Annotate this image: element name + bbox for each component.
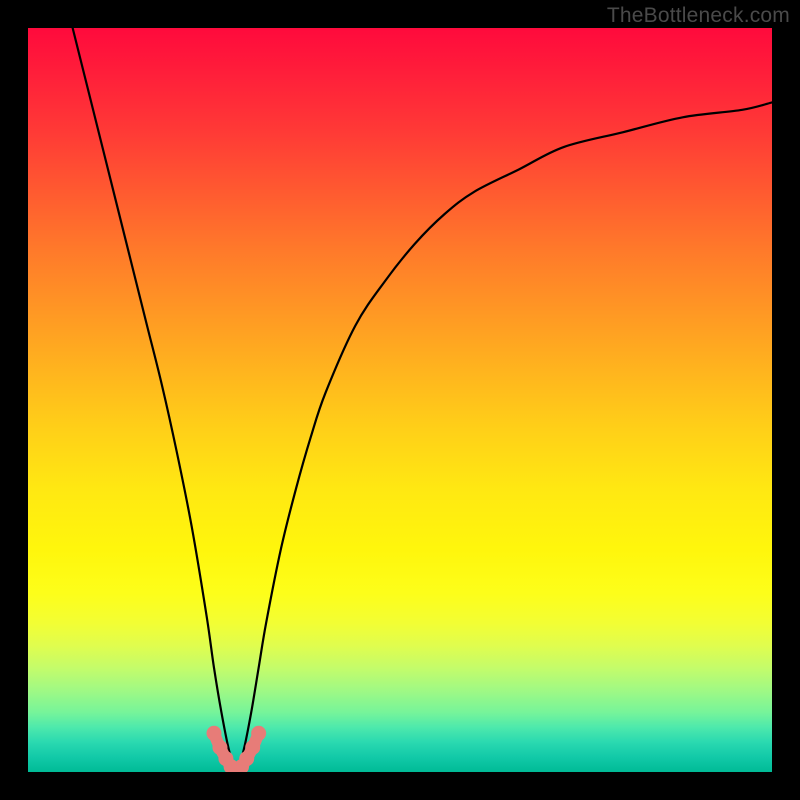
curve-layer <box>28 28 772 772</box>
plot-area <box>28 28 772 772</box>
highlight-marker-dot <box>245 740 260 755</box>
highlight-markers-group <box>207 726 267 772</box>
bottleneck-curve-path <box>73 28 772 772</box>
highlight-marker-dot <box>207 726 222 741</box>
watermark-text: TheBottleneck.com <box>607 4 790 28</box>
chart-frame: TheBottleneck.com <box>0 0 800 800</box>
highlight-marker-dot <box>251 726 266 741</box>
